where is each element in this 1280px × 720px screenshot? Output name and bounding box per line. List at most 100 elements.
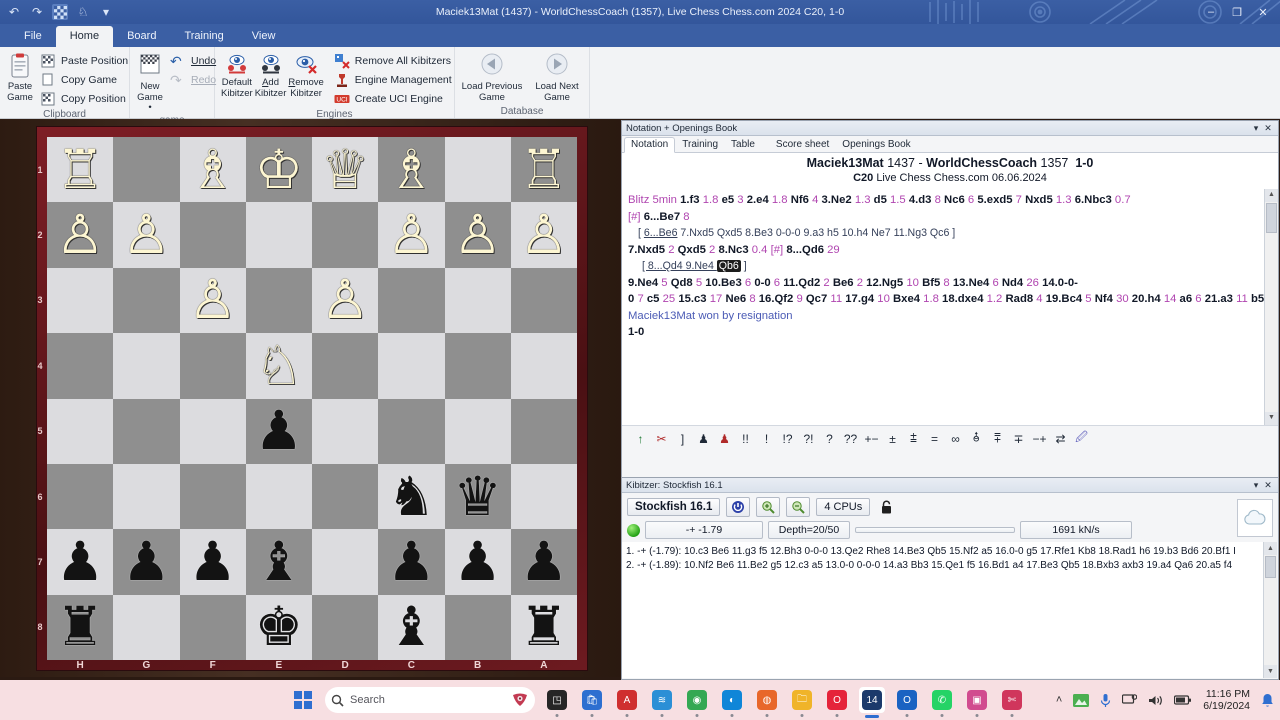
chess-board[interactable]: 1 2 3 4 5 6 7 8 H G F E D C B A ♖ ♗ ♔ ♕ ♗ ♖ ♙ ♙ ♙ ♙ ♙ ♙ ♙ ♘ ♟ ♞ ♛ ♟ ♟ ♟ ♝ ♟… [37, 137, 577, 671]
chess-piece[interactable]: ♜ [56, 600, 104, 654]
move-token[interactable]: e5 [722, 194, 735, 206]
move-token[interactable]: 2 [857, 277, 863, 289]
board-square[interactable]: ♟ [113, 529, 180, 595]
board-square[interactable]: ♝ [378, 594, 445, 660]
move-token[interactable]: 12.Ng5 [866, 277, 903, 289]
chess-piece[interactable]: ♟ [56, 535, 104, 589]
move-token[interactable]: 10 [877, 293, 890, 305]
tab-view[interactable]: View [238, 26, 290, 47]
redo-button[interactable]: ↷ Redo [166, 71, 220, 89]
board-square[interactable]: ♔ [245, 137, 312, 203]
move-token[interactable]: 11 [830, 293, 842, 305]
tab-file[interactable]: File [10, 26, 56, 47]
board-square[interactable]: ♕ [312, 137, 379, 203]
pawn-white-icon[interactable]: ♟ [693, 428, 714, 449]
undo-icon[interactable]: ↶ [6, 4, 22, 20]
move-token[interactable]: 5 [661, 277, 667, 289]
move-token[interactable]: 17 [710, 293, 723, 305]
graphics-tray-icon[interactable] [1073, 693, 1090, 707]
board-square[interactable] [444, 137, 511, 203]
board-square[interactable] [113, 594, 180, 660]
move-token[interactable]: 6 [774, 277, 780, 289]
knight-icon[interactable]: ♘ [75, 4, 91, 20]
chess-piece[interactable]: ♟ [453, 535, 501, 589]
chess-piece[interactable]: ♟ [188, 535, 236, 589]
move-token[interactable]: 6...Be7 [644, 211, 680, 223]
move-token[interactable]: 26 [1026, 277, 1039, 289]
move-token[interactable]: 19.Bc4 [1046, 293, 1082, 305]
board-square[interactable] [510, 398, 577, 464]
chess-piece[interactable]: ♝ [255, 535, 303, 589]
move-token[interactable]: 7.Nxd5 [628, 244, 665, 256]
move-token[interactable]: Nf4 [1095, 293, 1113, 305]
move-token[interactable]: a6 [1180, 293, 1193, 305]
board-square[interactable]: ♙ [378, 202, 445, 268]
scroll-down-arrow[interactable]: ▼ [1265, 412, 1278, 425]
move-token[interactable]: 11 [1236, 293, 1248, 305]
board-square[interactable] [312, 463, 379, 530]
board-square[interactable] [510, 463, 577, 530]
move-token[interactable]: 2 [668, 244, 674, 256]
battery-tray-icon[interactable] [1174, 694, 1192, 706]
engine-name-button[interactable]: Stockfish 16.1 [627, 498, 721, 516]
volume-tray-icon[interactable] [1148, 694, 1163, 707]
move-token[interactable]: 6 [992, 277, 998, 289]
engine-scroll-up-arrow[interactable]: ▲ [1264, 542, 1277, 555]
board-square[interactable]: ♙ [444, 202, 511, 268]
move-token[interactable]: 1.8 [923, 293, 939, 305]
board-square[interactable]: ♚ [245, 594, 312, 660]
board-square[interactable] [444, 333, 511, 399]
move-token[interactable]: 1.3 [855, 194, 871, 206]
move-token[interactable]: 4 [1036, 293, 1042, 305]
maximize-button[interactable]: ❐ [1224, 0, 1250, 24]
good-move-icon[interactable]: ! [756, 428, 777, 449]
microsoft-edge-icon[interactable]: ◐ [719, 687, 745, 717]
move-token[interactable]: 5 [1085, 293, 1091, 305]
move-token[interactable]: 1.8 [772, 194, 788, 206]
notation-collapse-icon[interactable]: ▾ [1250, 123, 1262, 134]
move-token[interactable]: 8.Nc3 [718, 244, 748, 256]
variation-line-2[interactable]: [ 8...Qd4 9.Ne4 Qb6 ] [628, 258, 1262, 275]
load-next-game-button[interactable]: Load Next Game [531, 49, 583, 103]
chess-piece[interactable]: ♗ [188, 143, 236, 197]
board-square[interactable]: ♜ [47, 594, 114, 660]
chess-piece[interactable]: ♖ [56, 143, 104, 197]
zoom-in-button[interactable] [756, 497, 781, 517]
chess-piece[interactable]: ♟ [520, 535, 568, 589]
blunder-icon[interactable]: ?? [840, 428, 861, 449]
board-square[interactable]: ♙ [113, 202, 180, 268]
board-square[interactable] [444, 594, 511, 660]
dubious-move-icon[interactable]: ?! [798, 428, 819, 449]
pawn-red-icon[interactable]: ♟ [714, 428, 735, 449]
board-square[interactable]: ♟ [444, 529, 511, 595]
copy-position-button[interactable]: Copy Position [36, 90, 132, 108]
board-square[interactable] [47, 463, 114, 530]
cloud-engine-button[interactable] [1237, 499, 1273, 537]
chess-piece[interactable]: ♙ [453, 208, 501, 262]
annotation-toolbar[interactable]: ↑ ✂] ♟ ♟!!!!??!??? +− ± ⩲ = ∞ ⯗ ⩱ ∓ −+ ⇄ 🖉 [622, 425, 1278, 451]
water-app-icon[interactable]: ≋ [649, 687, 675, 717]
board-square[interactable] [444, 267, 511, 334]
paste-position-button[interactable]: Paste Position [36, 52, 132, 70]
tab-training-notation[interactable]: Training [676, 138, 724, 152]
move-token[interactable]: Be6 [833, 277, 854, 289]
board-square[interactable] [113, 267, 180, 334]
board-square[interactable]: ♖ [47, 137, 114, 203]
move-token[interactable]: 9 [796, 293, 802, 305]
board-square[interactable] [113, 333, 180, 399]
move-token[interactable]: 0.4 [752, 244, 768, 256]
engine-line-2[interactable]: 2. -+ (-1.89): 10.Nf2 Be6 11.Be2 g5 12.c… [626, 559, 1260, 573]
bell-icon[interactable] [1261, 693, 1274, 708]
move-token[interactable]: 0.7 [1115, 194, 1131, 206]
move-token[interactable]: 17.g4 [845, 293, 874, 305]
bracket-icon[interactable]: ] [672, 428, 693, 449]
move-token[interactable]: 7 [1016, 194, 1022, 206]
windows-start-icon[interactable] [290, 687, 316, 713]
close-button[interactable]: ✕ [1250, 0, 1276, 24]
paste-game-button[interactable]: Paste Game [6, 49, 34, 103]
opera-icon[interactable]: O [824, 687, 850, 717]
board-square[interactable] [312, 398, 379, 464]
move-token[interactable]: 5.exd5 [977, 194, 1012, 206]
move-token[interactable]: Bf5 [922, 277, 940, 289]
variation-line-1[interactable]: [ 6...Be6 7.Nxd5 Qxd5 8.Be3 0-0-0 9.a3 h… [628, 225, 1262, 242]
